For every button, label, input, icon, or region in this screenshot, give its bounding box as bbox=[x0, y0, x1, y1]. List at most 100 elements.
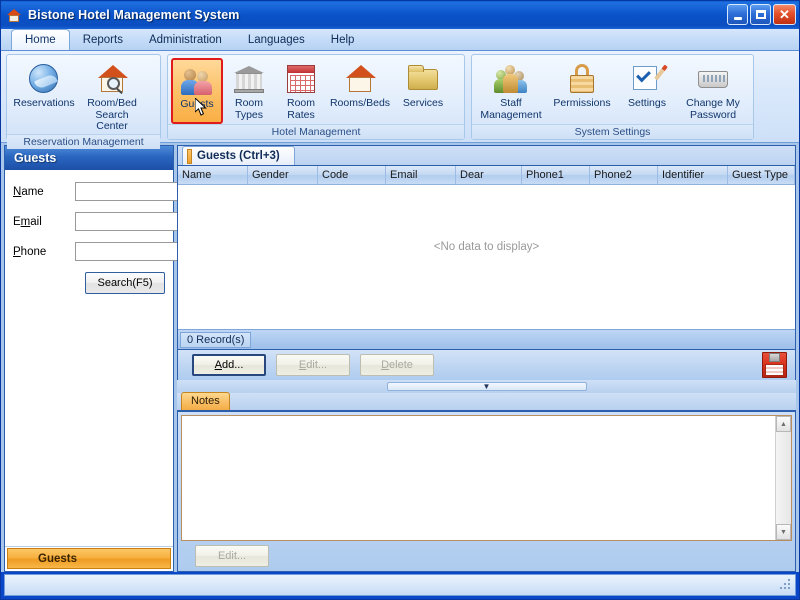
tab-reports-label: Reports bbox=[83, 34, 123, 46]
ribbon-button-room-bed-search-center[interactable]: Room/Bed Search Center bbox=[78, 58, 146, 134]
globe-icon bbox=[27, 62, 61, 96]
grid-column-identifier[interactable]: Identifier bbox=[658, 166, 728, 184]
close-icon: ✕ bbox=[779, 8, 790, 21]
ribbon-group-label-reservation-management: Reservation Management bbox=[7, 134, 160, 149]
ribbon-button-staff-management[interactable]: Staff Management bbox=[475, 58, 547, 124]
edit-button[interactable]: Edit... bbox=[276, 354, 350, 376]
maximize-button[interactable] bbox=[750, 4, 771, 25]
sidebar-panel: Guests Name Email Phone Search(F5) bbox=[4, 145, 174, 572]
resize-grip[interactable] bbox=[780, 579, 792, 591]
document-tab-guests[interactable]: Guests (Ctrl+3) bbox=[182, 146, 295, 165]
notes-textarea[interactable] bbox=[182, 416, 775, 540]
search-row: Search(F5) bbox=[13, 272, 165, 294]
tab-administration-label: Administration bbox=[149, 34, 222, 46]
tab-home-label: Home bbox=[25, 34, 56, 46]
sidebar-nav: Guests bbox=[5, 546, 173, 571]
grid-column-phone1[interactable]: Phone1 bbox=[522, 166, 590, 184]
ribbon-toolbar: Reservations Room/Bed Search Center Rese… bbox=[1, 51, 799, 143]
email-field-label: Email bbox=[13, 216, 75, 228]
tab-administration[interactable]: Administration bbox=[136, 30, 235, 50]
keyboard-icon bbox=[696, 62, 730, 96]
app-house-icon bbox=[6, 7, 23, 24]
house-icon bbox=[343, 62, 377, 96]
minimize-button[interactable] bbox=[727, 4, 748, 25]
ribbon-group-label-system-settings: System Settings bbox=[472, 124, 753, 139]
notes-panel: Notes ▲ ▼ Edit... bbox=[177, 393, 796, 572]
checklist-pen-icon bbox=[630, 62, 664, 96]
ribbon-button-permissions-label: Permissions bbox=[553, 98, 610, 110]
tab-languages[interactable]: Languages bbox=[235, 30, 318, 50]
grid-empty-message: <No data to display> bbox=[178, 185, 795, 329]
ribbon-button-change-my-password[interactable]: Change My Password bbox=[677, 58, 749, 124]
group-people-icon bbox=[494, 62, 528, 96]
ribbon-button-guests[interactable]: Guests bbox=[171, 58, 223, 124]
grid-column-dear[interactable]: Dear bbox=[456, 166, 522, 184]
window-controls: ✕ bbox=[727, 4, 796, 25]
grid-column-gender[interactable]: Gender bbox=[248, 166, 318, 184]
grid-column-guest-type[interactable]: Guest Type bbox=[728, 166, 795, 184]
folder-icon bbox=[406, 62, 440, 96]
calendar-icon bbox=[284, 62, 318, 96]
ribbon-group-system-settings: Staff Management Permissions Settings bbox=[471, 54, 754, 140]
ribbon-button-reservations[interactable]: Reservations bbox=[10, 58, 78, 124]
notes-scrollbar[interactable]: ▲ ▼ bbox=[775, 416, 791, 540]
minimize-icon bbox=[734, 17, 742, 20]
notes-edit-button[interactable]: Edit... bbox=[195, 545, 269, 567]
ribbon-button-services-label: Services bbox=[403, 98, 443, 110]
tab-languages-label: Languages bbox=[248, 34, 305, 46]
grid-column-code[interactable]: Code bbox=[318, 166, 386, 184]
notes-tab-strip: Notes bbox=[177, 393, 796, 412]
chevron-down-icon[interactable]: ▼ bbox=[387, 382, 587, 391]
ribbon-group-label-hotel-management: Hotel Management bbox=[168, 124, 464, 139]
record-count-label: 0 Record(s) bbox=[180, 332, 251, 348]
bank-building-icon bbox=[232, 62, 266, 96]
sidebar-title: Guests bbox=[5, 146, 173, 170]
ribbon-button-rooms-beds[interactable]: Rooms/Beds bbox=[327, 58, 393, 124]
menu-tab-strip: Home Reports Administration Languages He… bbox=[1, 29, 799, 51]
house-search-icon bbox=[95, 62, 129, 96]
ribbon-button-reservations-label: Reservations bbox=[13, 98, 74, 110]
scroll-down-icon[interactable]: ▼ bbox=[776, 524, 791, 540]
ribbon-button-room-types[interactable]: Room Types bbox=[223, 58, 275, 124]
tab-notes[interactable]: Notes bbox=[181, 392, 230, 410]
grid-column-phone2[interactable]: Phone2 bbox=[590, 166, 658, 184]
tab-help[interactable]: Help bbox=[318, 30, 368, 50]
phone-field-label: Phone bbox=[13, 246, 75, 258]
tab-help-label: Help bbox=[331, 34, 355, 46]
ribbon-button-permissions[interactable]: Permissions bbox=[547, 58, 617, 124]
padlock-icon bbox=[565, 62, 599, 96]
form-row-email: Email bbox=[13, 212, 165, 231]
grid-status-bar: 0 Record(s) bbox=[178, 329, 795, 349]
ribbon-button-room-bed-search-center-label: Room/Bed Search Center bbox=[80, 98, 144, 133]
ribbon-button-settings[interactable]: Settings bbox=[617, 58, 677, 124]
tab-home[interactable]: Home bbox=[11, 29, 70, 50]
main-body: Guests Name Email Phone Search(F5) bbox=[1, 143, 799, 572]
sidebar-item-guests[interactable]: Guests bbox=[7, 548, 171, 569]
ribbon-button-room-rates[interactable]: Room Rates bbox=[275, 58, 327, 124]
document-tab-strip: Guests (Ctrl+3) bbox=[177, 145, 796, 165]
ribbon-button-services[interactable]: Services bbox=[393, 58, 453, 124]
form-row-phone: Phone bbox=[13, 242, 165, 261]
status-bar bbox=[4, 574, 796, 596]
delete-button[interactable]: Delete bbox=[360, 354, 434, 376]
ribbon-button-change-my-password-label: Change My Password bbox=[679, 98, 747, 121]
mouse-cursor-icon bbox=[195, 98, 208, 117]
floppy-save-icon[interactable] bbox=[762, 352, 787, 378]
search-button[interactable]: Search(F5) bbox=[85, 272, 165, 294]
close-button[interactable]: ✕ bbox=[773, 4, 796, 25]
ribbon-button-room-types-label: Room Types bbox=[225, 98, 273, 121]
add-button[interactable]: Add... bbox=[192, 354, 266, 376]
guest-search-form: Name Email Phone Search(F5) bbox=[5, 170, 173, 546]
ribbon-group-reservation-management: Reservations Room/Bed Search Center Rese… bbox=[6, 54, 161, 140]
ribbon-button-staff-management-label: Staff Management bbox=[477, 98, 545, 121]
tab-reports[interactable]: Reports bbox=[70, 30, 136, 50]
scroll-up-icon[interactable]: ▲ bbox=[776, 416, 791, 432]
panel-splitter[interactable]: ▼ bbox=[177, 380, 796, 393]
form-row-name: Name bbox=[13, 182, 165, 201]
grid-action-buttons: Add... Edit... Delete bbox=[177, 350, 796, 380]
notes-footer: Edit... bbox=[181, 541, 792, 571]
grid-column-name[interactable]: Name bbox=[178, 166, 248, 184]
grid-column-email[interactable]: Email bbox=[386, 166, 456, 184]
document-tab-label: Guests (Ctrl+3) bbox=[197, 150, 280, 162]
ribbon-button-rooms-beds-label: Rooms/Beds bbox=[330, 98, 390, 110]
